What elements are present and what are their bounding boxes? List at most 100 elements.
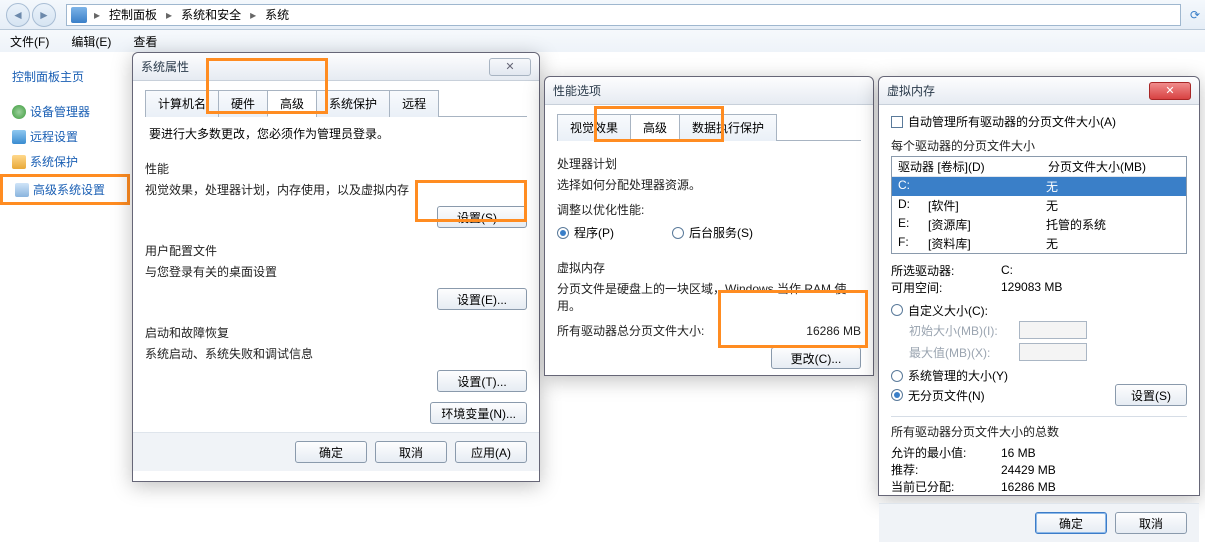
radio-no-paging[interactable]: 无分页文件(N) <box>891 387 985 404</box>
radio-programs[interactable]: 程序(P) <box>557 224 614 241</box>
tab-dep[interactable]: 数据执行保护 <box>679 114 777 141</box>
tab-visual-effects[interactable]: 视觉效果 <box>557 114 631 141</box>
dialog-footer: 确定 取消 应用(A) <box>133 432 539 471</box>
dialog-body: 计算机名 硬件 高级 系统保护 远程 要进行大多数更改，您必须作为管理员登录。 … <box>133 81 539 432</box>
max-size-label: 最大值(MB)(X): <box>909 344 1019 361</box>
dialog-title: 性能选项 <box>553 82 865 99</box>
change-vm-button[interactable]: 更改(C)... <box>771 347 861 369</box>
selected-drive-label: 所选驱动器: <box>891 262 1001 279</box>
sidebar-item-advanced[interactable]: 高级系统设置 <box>0 174 130 205</box>
drive-row[interactable]: F:[资料库]无 <box>892 234 1186 253</box>
drive-row[interactable]: D:[软件]无 <box>892 196 1186 215</box>
close-button[interactable]: ✕ <box>1149 82 1191 100</box>
rec-label: 推荐: <box>891 461 1001 478</box>
explorer-header: ◄ ► ▸ 控制面板 ▸ 系统和安全 ▸ 系统 ⟳ <box>0 0 1205 30</box>
dialog-footer: 确定 取消 <box>879 503 1199 542</box>
env-vars-button[interactable]: 环境变量(N)... <box>430 402 527 424</box>
avail-space-value: 129083 MB <box>1001 280 1062 294</box>
avail-space-label: 可用空间: <box>891 279 1001 296</box>
breadcrumb-item[interactable]: 系统和安全 <box>177 4 245 25</box>
shield-icon <box>12 155 26 169</box>
back-button[interactable]: ◄ <box>6 3 30 27</box>
performance-options-dialog: 性能选项 视觉效果 高级 数据执行保护 处理器计划 选择如何分配处理器资源。 调… <box>544 76 874 376</box>
sidebar-home-label: 控制面板主页 <box>12 68 84 85</box>
ok-button[interactable]: 确定 <box>295 441 367 463</box>
performance-settings-button[interactable]: 设置(S)... <box>437 206 527 228</box>
max-size-input[interactable] <box>1019 343 1087 361</box>
group-legend: 启动和故障恢复 <box>145 324 527 341</box>
col-drive: 驱动器 [卷标](D) <box>898 158 1048 175</box>
performance-group: 性能 视觉效果，处理器计划，内存使用，以及虚拟内存 设置(S)... <box>145 156 527 232</box>
drive-row[interactable]: E:[资源库]托管的系统 <box>892 215 1186 234</box>
apply-button[interactable]: 应用(A) <box>455 441 527 463</box>
radio-label: 自定义大小(C): <box>908 302 988 319</box>
system-properties-dialog: 系统属性 ✕ 计算机名 硬件 高级 系统保护 远程 要进行大多数更改，您必须作为… <box>132 52 540 482</box>
menu-edit[interactable]: 编辑(E) <box>67 31 115 52</box>
breadcrumb-item[interactable]: 系统 <box>261 4 293 25</box>
tab-remote[interactable]: 远程 <box>389 90 439 117</box>
total-paging-value: 16286 MB <box>806 324 861 338</box>
chevron-right-icon: ▸ <box>163 8 175 22</box>
auto-manage-checkbox[interactable]: 自动管理所有驱动器的分页文件大小(A) <box>891 113 1116 130</box>
startup-recovery-group: 启动和故障恢复 系统启动、系统失败和调试信息 设置(T)... <box>145 320 527 396</box>
group-legend: 性能 <box>145 160 527 177</box>
group-desc: 分页文件是硬盘上的一块区域，Windows 当作 RAM 使用。 <box>557 280 861 314</box>
dialog-titlebar[interactable]: 性能选项 <box>545 77 873 105</box>
control-panel-icon <box>71 7 87 23</box>
set-button[interactable]: 设置(S) <box>1115 384 1187 406</box>
sidebar-item-label: 远程设置 <box>30 128 78 145</box>
each-drive-label: 每个驱动器的分页文件大小 <box>891 137 1187 154</box>
breadcrumb: ▸ 控制面板 ▸ 系统和安全 ▸ 系统 <box>91 4 293 25</box>
sidebar-item-protection[interactable]: 系统保护 <box>0 149 130 174</box>
ok-button[interactable]: 确定 <box>1035 512 1107 534</box>
close-button[interactable]: ✕ <box>489 58 531 76</box>
dialog-title: 虚拟内存 <box>887 82 1149 99</box>
selected-drive-value: C: <box>1001 263 1013 277</box>
address-bar[interactable]: ▸ 控制面板 ▸ 系统和安全 ▸ 系统 <box>66 4 1181 26</box>
sidebar-item-device-manager[interactable]: 设备管理器 <box>0 99 130 124</box>
group-desc: 系统启动、系统失败和调试信息 <box>145 345 527 362</box>
radio-custom-size[interactable]: 自定义大小(C): <box>891 302 988 319</box>
menu-view[interactable]: 查看 <box>129 31 161 52</box>
radio-label: 无分页文件(N) <box>908 387 985 404</box>
sidebar-item-remote[interactable]: 远程设置 <box>0 124 130 149</box>
dialog-titlebar[interactable]: 虚拟内存 ✕ <box>879 77 1199 105</box>
group-desc: 视觉效果，处理器计划，内存使用，以及虚拟内存 <box>145 181 527 198</box>
breadcrumb-item[interactable]: 控制面板 <box>105 4 161 25</box>
forward-button[interactable]: ► <box>32 3 56 27</box>
processor-scheduling-group: 处理器计划 选择如何分配处理器资源。 调整以优化性能: 程序(P) 后台服务(S… <box>557 151 861 245</box>
refresh-button[interactable]: ⟳ <box>1185 8 1205 22</box>
cancel-button[interactable]: 取消 <box>1115 512 1187 534</box>
tabs: 视觉效果 高级 数据执行保护 <box>557 113 861 141</box>
tab-system-protection[interactable]: 系统保护 <box>316 90 390 117</box>
radio-system-managed[interactable]: 系统管理的大小(Y) <box>891 367 1169 384</box>
startup-settings-button[interactable]: 设置(T)... <box>437 370 527 392</box>
totals-group: 所有驱动器分页文件大小的总数 允许的最小值:16 MB 推荐:24429 MB … <box>891 416 1187 495</box>
adjust-label: 调整以优化性能: <box>557 201 861 218</box>
rec-value: 24429 MB <box>1001 463 1056 477</box>
sidebar-home[interactable]: 控制面板主页 <box>0 64 130 89</box>
group-legend: 处理器计划 <box>557 155 861 172</box>
tabs: 计算机名 硬件 高级 系统保护 远程 <box>145 89 527 117</box>
chevron-right-icon: ▸ <box>91 8 103 22</box>
tab-hardware[interactable]: 硬件 <box>218 90 268 117</box>
drive-listbox[interactable]: 驱动器 [卷标](D) 分页文件大小(MB) C:无 D:[软件]无 E:[资源… <box>891 156 1187 254</box>
menu-file[interactable]: 文件(F) <box>6 31 53 52</box>
radio-background[interactable]: 后台服务(S) <box>672 224 753 241</box>
tab-advanced[interactable]: 高级 <box>630 114 680 141</box>
dialog-body: 自动管理所有驱动器的分页文件大小(A) 每个驱动器的分页文件大小 驱动器 [卷标… <box>879 105 1199 503</box>
virtual-memory-group: 虚拟内存 分页文件是硬盘上的一块区域，Windows 当作 RAM 使用。 所有… <box>557 255 861 373</box>
dialog-titlebar[interactable]: 系统属性 ✕ <box>133 53 539 81</box>
nav-arrows: ◄ ► <box>0 3 62 27</box>
cancel-button[interactable]: 取消 <box>375 441 447 463</box>
tab-computer-name[interactable]: 计算机名 <box>145 90 219 117</box>
total-paging-label: 所有驱动器总分页文件大小: <box>557 322 704 339</box>
remote-settings-icon <box>12 130 26 144</box>
user-profiles-settings-button[interactable]: 设置(E)... <box>437 288 527 310</box>
initial-size-input[interactable] <box>1019 321 1087 339</box>
drive-row[interactable]: C:无 <box>892 177 1186 196</box>
radio-label: 后台服务(S) <box>689 224 753 241</box>
tab-advanced[interactable]: 高级 <box>267 90 317 117</box>
dialog-body: 视觉效果 高级 数据执行保护 处理器计划 选择如何分配处理器资源。 调整以优化性… <box>545 105 873 387</box>
radio-label: 程序(P) <box>574 224 614 241</box>
